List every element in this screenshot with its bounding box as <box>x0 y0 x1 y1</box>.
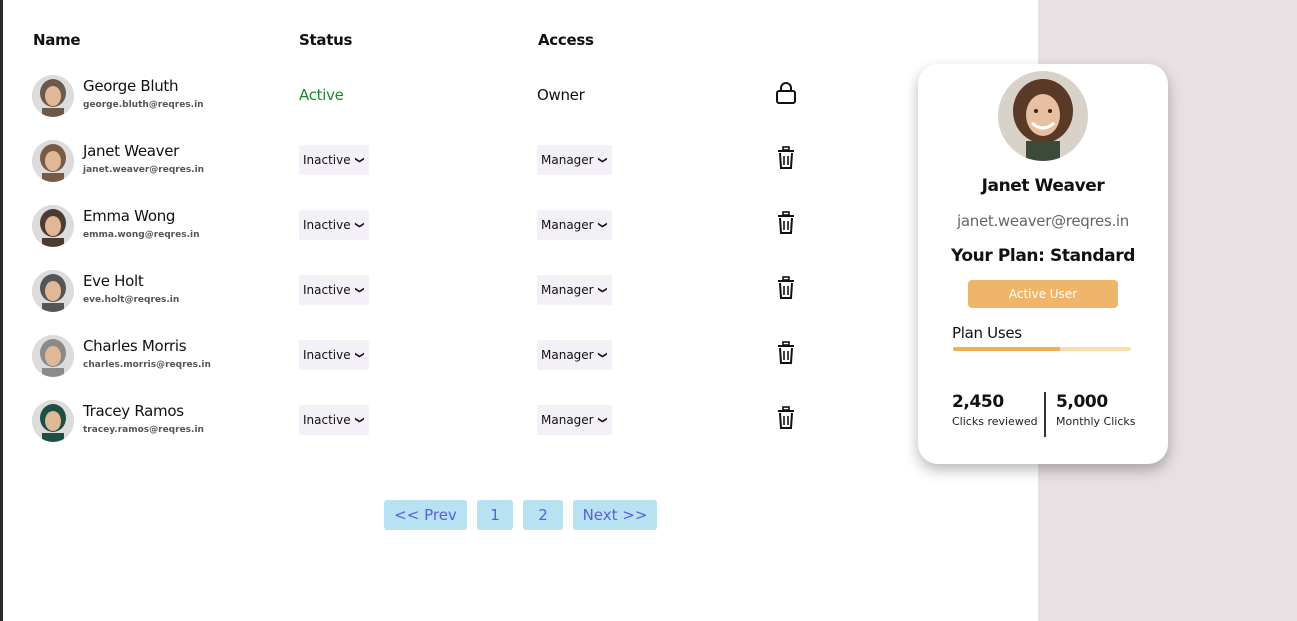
table-row: Charles Morris charles.morris@reqres.in In… <box>0 335 900 395</box>
prev-page-button[interactable]: << Prev <box>384 500 467 530</box>
user-avatar <box>32 270 74 312</box>
status-select-value: Inactive <box>303 413 351 427</box>
clicks-reviewed-label: Clicks reviewed <box>952 415 1038 428</box>
chevron-down-icon: ❯ <box>596 286 607 294</box>
monthly-clicks-label: Monthly Clicks <box>1056 415 1136 428</box>
access-select-value: Manager <box>541 218 594 232</box>
user-email: eve.holt@reqres.in <box>83 295 180 305</box>
user-avatar <box>32 400 74 442</box>
table-row: Emma Wong emma.wong@reqres.in Inactive ❯ Man… <box>0 205 900 265</box>
user-avatar <box>32 205 74 247</box>
status-select[interactable]: Inactive ❯ <box>299 145 369 175</box>
plan-uses-progress-fill <box>953 347 1060 351</box>
status-select-value: Inactive <box>303 218 351 232</box>
status-select-value: Inactive <box>303 153 351 167</box>
access-select-value: Manager <box>541 153 594 167</box>
user-email: emma.wong@reqres.in <box>83 230 200 240</box>
chevron-down-icon: ❯ <box>353 351 364 359</box>
user-email: tracey.ramos@reqres.in <box>83 425 204 435</box>
chevron-down-icon: ❯ <box>596 416 607 424</box>
user-email: janet.weaver@reqres.in <box>83 165 205 175</box>
profile-avatar <box>998 71 1088 161</box>
status-select[interactable]: Inactive ❯ <box>299 405 369 435</box>
user-name: Tracey Ramos <box>83 402 184 420</box>
status-select-value: Inactive <box>303 348 351 362</box>
chevron-down-icon: ❯ <box>596 156 607 164</box>
access-select[interactable]: Manager ❯ <box>537 405 612 435</box>
chevron-down-icon: ❯ <box>353 416 364 424</box>
access-select-value: Manager <box>541 283 594 297</box>
user-profile-card: Janet Weaver janet.weaver@reqres.in Your… <box>918 64 1168 464</box>
chevron-down-icon: ❯ <box>353 286 364 294</box>
active-user-button[interactable]: Active User <box>968 280 1118 308</box>
table-row: Eve Holt eve.holt@reqres.in Inactive ❯ Manag… <box>0 270 900 330</box>
access-select[interactable]: Manager ❯ <box>537 145 612 175</box>
page-2-button[interactable]: 2 <box>523 500 563 530</box>
access-select[interactable]: Manager ❯ <box>537 210 612 240</box>
access-text: Owner <box>537 86 585 104</box>
user-name: Charles Morris <box>83 337 187 355</box>
status-select[interactable]: Inactive ❯ <box>299 340 369 370</box>
trash-icon[interactable] <box>775 146 797 170</box>
access-select[interactable]: Manager ❯ <box>537 340 612 370</box>
table-row: George Bluth george.bluth@reqres.in Active… <box>0 75 900 135</box>
chevron-down-icon: ❯ <box>596 351 607 359</box>
header-name: Name <box>33 31 81 49</box>
clicks-reviewed-value: 2,450 <box>952 392 1004 412</box>
status-text: Active <box>299 86 344 104</box>
user-name: Emma Wong <box>83 207 176 225</box>
table-row: Janet Weaver janet.weaver@reqres.in Inacti… <box>0 140 900 200</box>
lock-icon[interactable] <box>775 81 797 105</box>
user-email: george.bluth@reqres.in <box>83 100 204 110</box>
plan-title: Your Plan: Standard <box>951 246 1135 266</box>
stats-divider <box>1044 392 1046 437</box>
status-select-value: Inactive <box>303 283 351 297</box>
access-select-value: Manager <box>541 413 594 427</box>
plan-uses-progress <box>953 347 1131 351</box>
access-select[interactable]: Manager ❯ <box>537 275 612 305</box>
user-email: charles.morris@reqres.in <box>83 360 211 370</box>
user-name: Janet Weaver <box>83 142 180 160</box>
profile-name: Janet Weaver <box>981 176 1105 196</box>
header-status: Status <box>299 31 353 49</box>
chevron-down-icon: ❯ <box>353 156 364 164</box>
plan-uses-label: Plan Uses <box>952 324 1022 342</box>
user-name: Eve Holt <box>83 272 144 290</box>
trash-icon[interactable] <box>775 276 797 300</box>
chevron-down-icon: ❯ <box>596 221 607 229</box>
table-row: Tracey Ramos tracey.ramos@reqres.in Inacti… <box>0 400 900 460</box>
trash-icon[interactable] <box>775 211 797 235</box>
trash-icon[interactable] <box>775 341 797 365</box>
trash-icon[interactable] <box>775 406 797 430</box>
header-access: Access <box>538 31 594 49</box>
status-select[interactable]: Inactive ❯ <box>299 275 369 305</box>
monthly-clicks-value: 5,000 <box>1056 392 1108 412</box>
page-1-button[interactable]: 1 <box>477 500 513 530</box>
access-select-value: Manager <box>541 348 594 362</box>
user-name: George Bluth <box>83 77 179 95</box>
chevron-down-icon: ❯ <box>353 221 364 229</box>
user-avatar <box>32 75 74 117</box>
user-avatar <box>32 140 74 182</box>
status-select[interactable]: Inactive ❯ <box>299 210 369 240</box>
user-avatar <box>32 335 74 377</box>
profile-email: janet.weaver@reqres.in <box>956 212 1130 230</box>
next-page-button[interactable]: Next >> <box>573 500 657 530</box>
